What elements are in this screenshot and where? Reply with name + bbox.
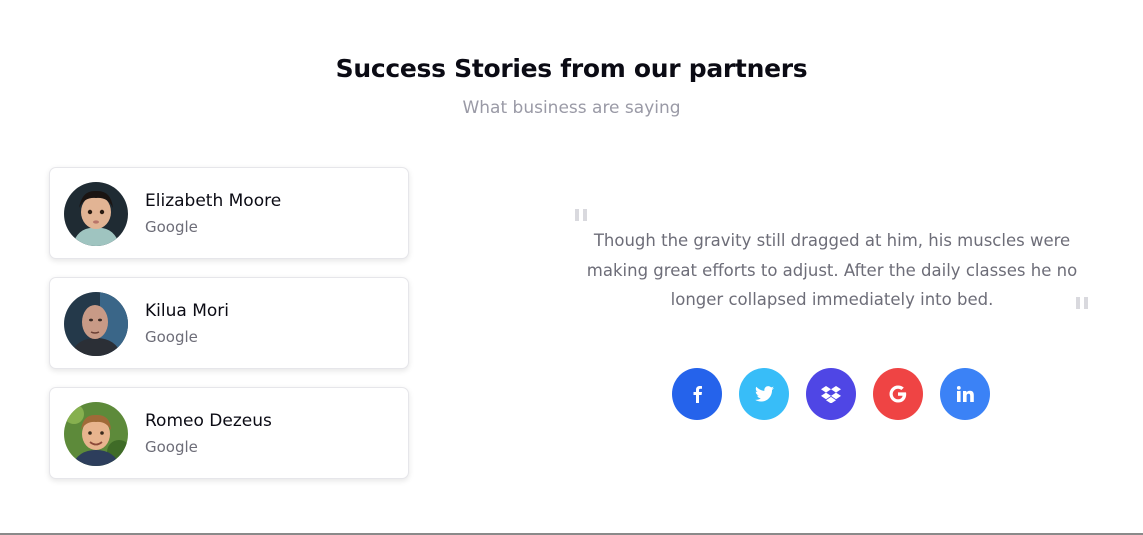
testimonial-quote: Though the gravity still dragged at him,… <box>586 231 1078 309</box>
dropbox-icon <box>821 386 841 403</box>
social-links <box>672 368 990 420</box>
testimonial-company: Google <box>145 438 198 456</box>
avatar <box>64 402 128 466</box>
section-subtitle: What business are saying <box>462 98 681 118</box>
twitter-button[interactable] <box>739 368 789 420</box>
avatar <box>64 292 128 356</box>
testimonial-name: Elizabeth Moore <box>145 191 282 211</box>
open-quote-icon <box>575 209 589 221</box>
dropbox-button[interactable] <box>806 368 856 420</box>
google-button[interactable] <box>873 368 923 420</box>
testimonial-company: Google <box>145 328 198 346</box>
testimonial-card[interactable]: Kilua Mori Google <box>49 277 409 369</box>
testimonial-card[interactable]: Elizabeth Moore Google <box>49 167 409 259</box>
avatar <box>64 182 128 246</box>
google-icon <box>889 385 907 403</box>
testimonial-name: Kilua Mori <box>145 301 229 321</box>
testimonial-name: Romeo Dezeus <box>145 411 272 431</box>
testimonial-card[interactable]: Romeo Dezeus Google <box>49 387 409 479</box>
section-title: Success Stories from our partners <box>335 54 808 83</box>
testimonial-company: Google <box>145 218 198 236</box>
linkedin-icon <box>956 386 974 402</box>
testimonials-section: Success Stories from our partners What b… <box>0 0 1143 535</box>
twitter-icon <box>754 386 774 402</box>
facebook-button[interactable] <box>672 368 722 420</box>
facebook-icon <box>693 386 702 403</box>
linkedin-button[interactable] <box>940 368 990 420</box>
